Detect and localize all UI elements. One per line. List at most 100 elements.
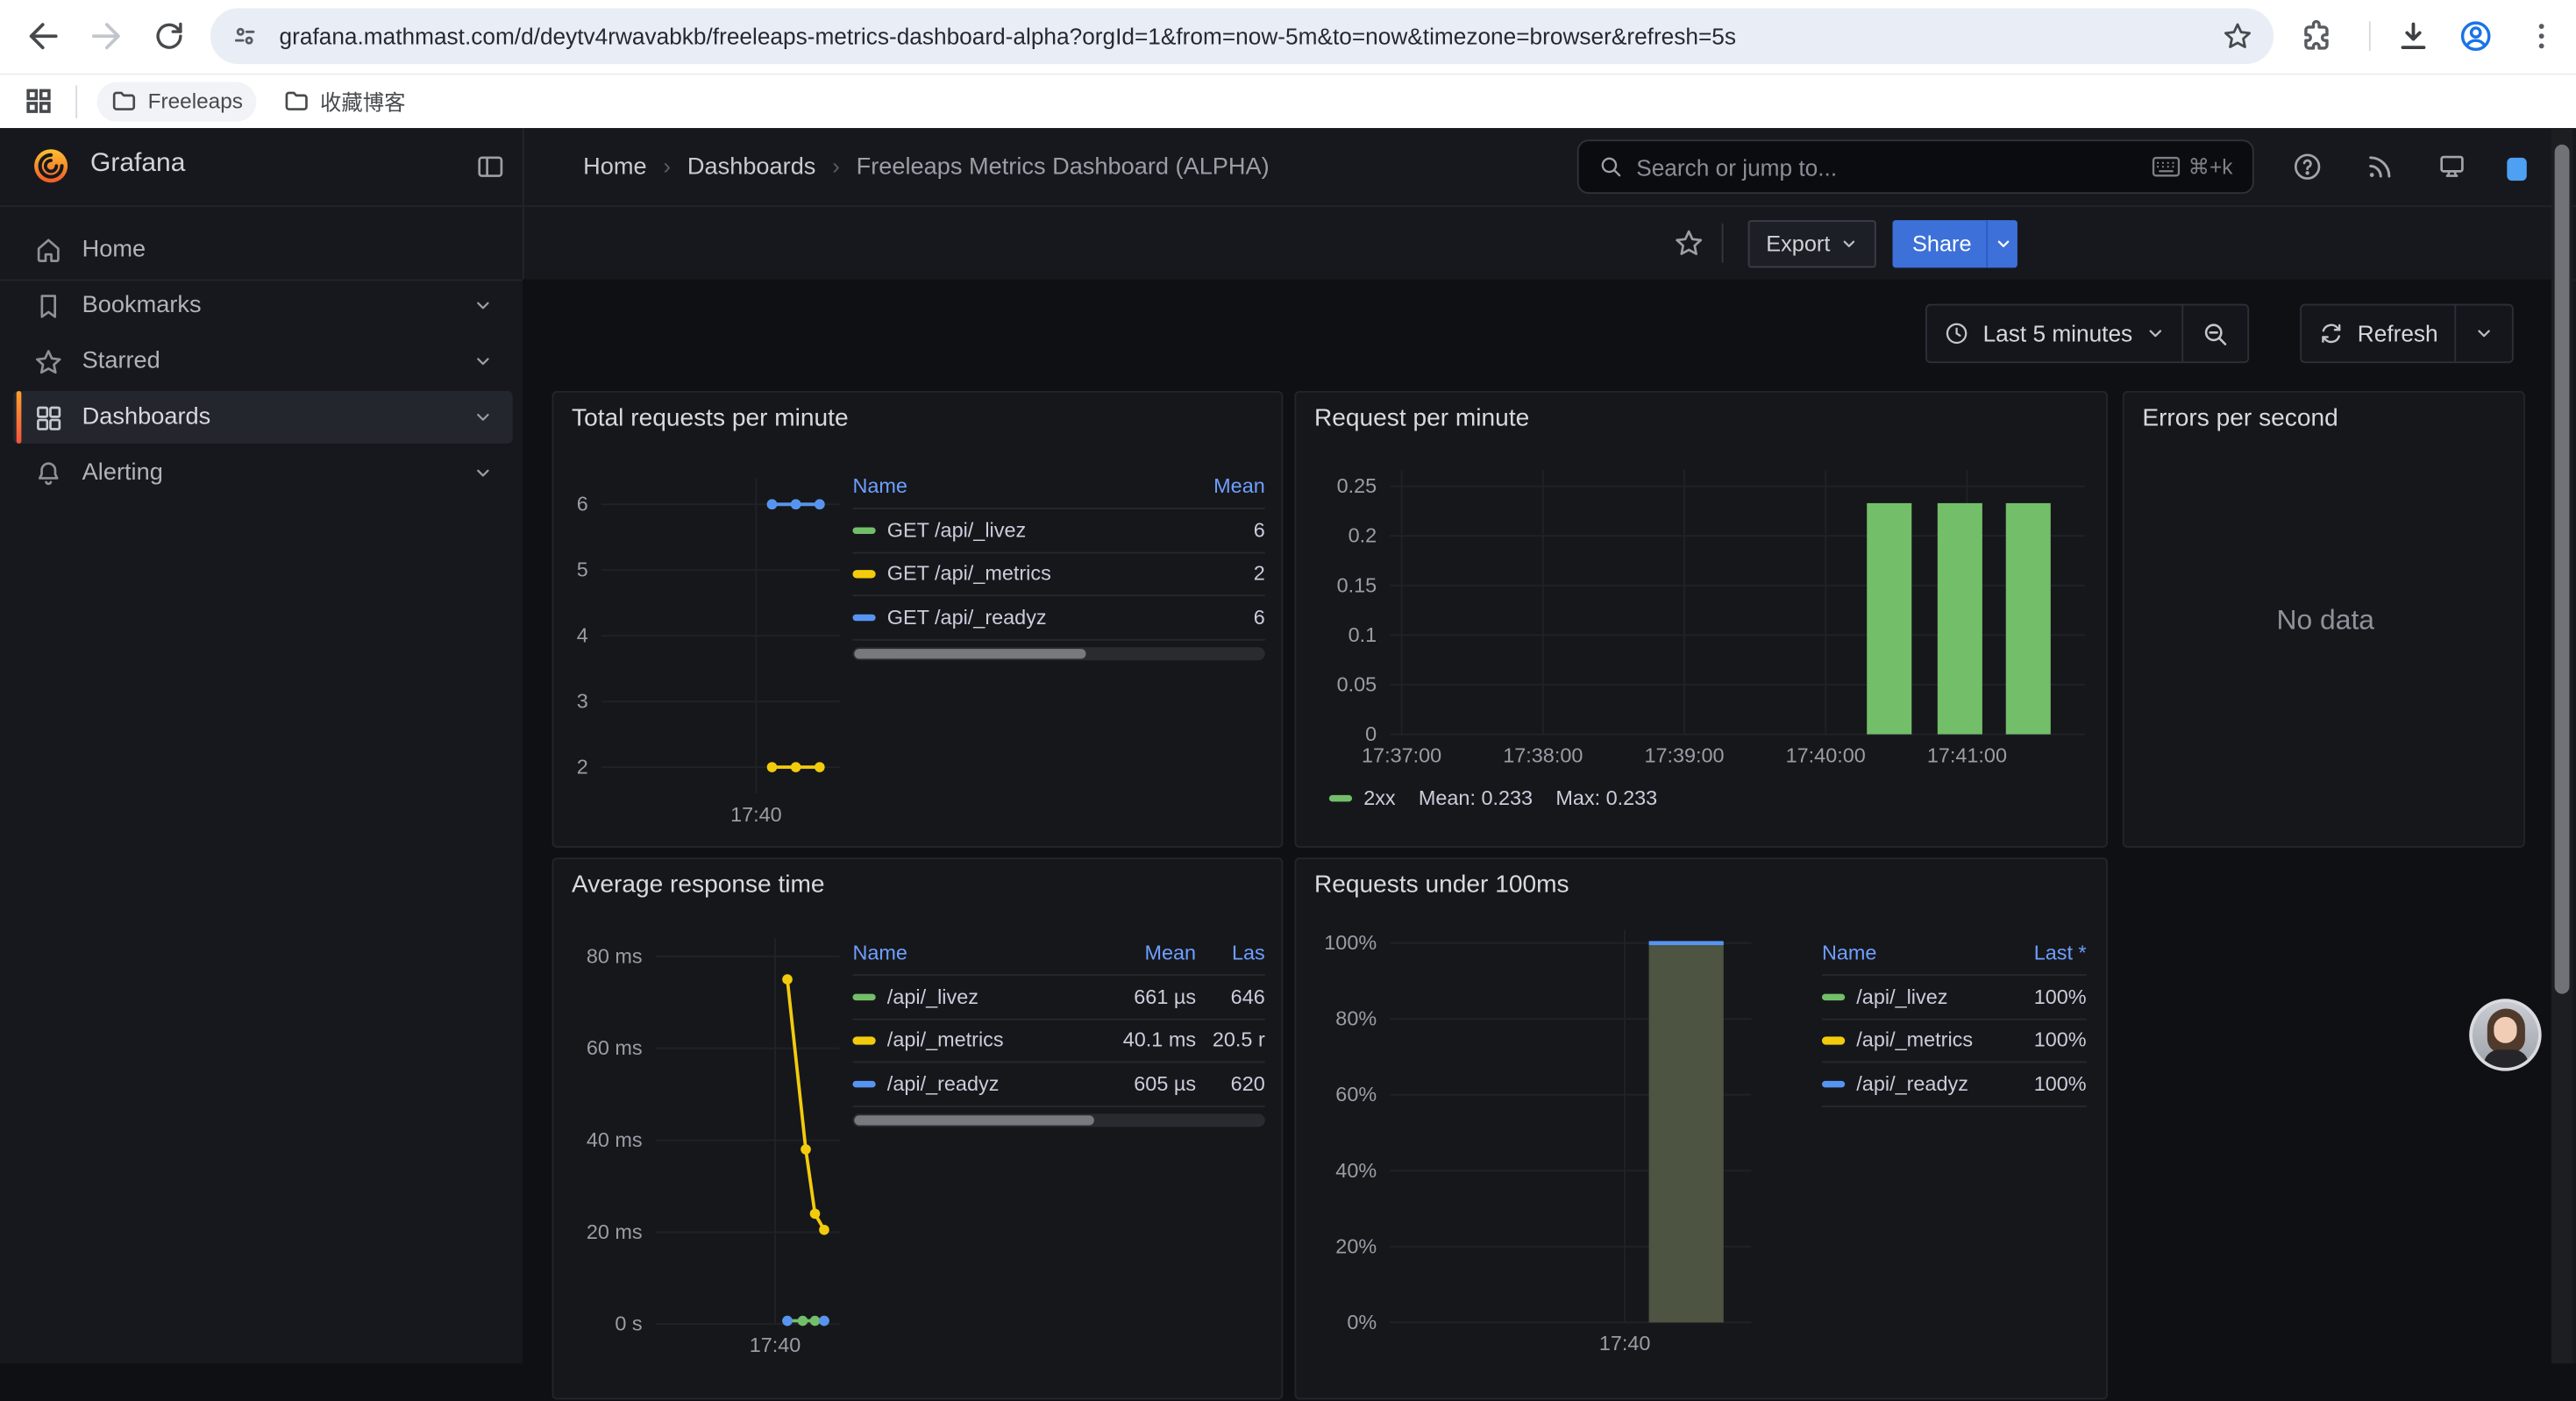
svg-text:40 ms: 40 ms xyxy=(587,1128,643,1151)
sidebar-item-label: Bookmarks xyxy=(82,293,202,319)
legend-header-mean[interactable]: Mean xyxy=(1091,942,1196,964)
series-last: 100% xyxy=(2008,1028,2087,1051)
apps-grid-icon[interactable] xyxy=(23,85,54,117)
chevron-down-icon[interactable] xyxy=(473,408,493,427)
site-settings-icon[interactable] xyxy=(230,21,260,51)
series-name[interactable]: /api/_metrics xyxy=(887,1028,1091,1051)
series-last: 646 xyxy=(1196,985,1265,1008)
panel-total-requests: Total requests per minute 6543217:40 Nam… xyxy=(552,391,1284,848)
sidebar-collapse-icon[interactable] xyxy=(475,151,507,182)
breadcrumb-current: Freeleaps Metrics Dashboard (ALPHA) xyxy=(815,153,1269,181)
svg-text:17:40: 17:40 xyxy=(730,803,782,826)
chevron-down-icon xyxy=(1840,235,1859,253)
panel-legend: Name Mean GET /api/_livez 6 GET /api/_me… xyxy=(852,465,1264,659)
reload-icon[interactable] xyxy=(151,18,187,54)
series-name[interactable]: /api/_readyz xyxy=(887,1072,1091,1095)
series-name[interactable]: GET /api/_metrics xyxy=(887,562,1167,585)
page-scrollbar[interactable] xyxy=(2551,128,2572,1363)
chart-request-per-minute[interactable]: 0.250.20.150.10.05017:37:0017:38:0017:39… xyxy=(1296,393,2109,850)
search-shortcut: ⌘+k xyxy=(2152,153,2232,180)
share-menu-button[interactable] xyxy=(1986,220,2017,267)
legend-header-name[interactable]: Name xyxy=(1822,942,2008,964)
panel-request-per-minute: Request per minute 0.250.20.150.10.05017… xyxy=(1294,391,2107,848)
series-name[interactable]: GET /api/_livez xyxy=(887,519,1167,542)
browser-menu-icon[interactable] xyxy=(2523,18,2559,54)
sidebar-item-bookmarks[interactable]: Bookmarks xyxy=(13,280,513,332)
series-swatch xyxy=(1329,794,1352,801)
svg-text:60%: 60% xyxy=(1335,1083,1377,1106)
profile-icon[interactable] xyxy=(2458,18,2494,54)
chevron-down-icon xyxy=(1994,235,2012,253)
legend-item-2xx[interactable]: 2xx xyxy=(1329,787,1396,810)
series-name[interactable]: GET /api/_readyz xyxy=(887,606,1167,629)
svg-text:0.2: 0.2 xyxy=(1348,524,1377,547)
address-bar[interactable]: grafana.mathmast.com/d/deytv4rwavabkb/fr… xyxy=(210,8,2274,64)
bookmark-folder-blog[interactable]: 收藏博客 xyxy=(269,82,419,121)
extensions-icon[interactable] xyxy=(2298,18,2334,54)
legend-scrollbar[interactable] xyxy=(852,646,1264,659)
search-input[interactable]: Search or jump to... ⌘+k xyxy=(1577,139,2254,194)
bookmark-folder-label: 收藏博客 xyxy=(320,85,405,117)
refresh-button[interactable]: Refresh xyxy=(2302,306,2454,362)
legend-scrollbar-thumb[interactable] xyxy=(854,648,1085,658)
svg-text:80%: 80% xyxy=(1335,1007,1377,1030)
back-icon[interactable] xyxy=(23,17,62,56)
legend-header-last[interactable]: Las xyxy=(1196,942,1265,964)
chevron-down-icon[interactable] xyxy=(473,295,493,315)
sidebar-item-dashboards[interactable]: Dashboards xyxy=(13,391,513,444)
refresh-label: Refresh xyxy=(2358,320,2438,346)
downloads-icon[interactable] xyxy=(2395,18,2431,54)
grafana-logo[interactable] xyxy=(32,146,71,186)
zoom-out-button[interactable] xyxy=(2183,306,2247,362)
breadcrumb-home[interactable]: Home xyxy=(583,153,646,180)
legend-header-name[interactable]: Name xyxy=(852,942,1091,964)
legend-row: /api/_metrics 100% xyxy=(1822,1020,2087,1063)
kiosk-monitor-icon[interactable] xyxy=(2437,151,2468,182)
legend-scrollbar-thumb[interactable] xyxy=(854,1114,1093,1124)
help-icon[interactable] xyxy=(2292,151,2323,182)
series-name[interactable]: /api/_livez xyxy=(887,985,1091,1008)
bookmark-folder-freeleaps[interactable]: Freeleaps xyxy=(97,82,256,121)
legend-row: /api/_livez 100% xyxy=(1822,976,2087,1020)
legend-scrollbar[interactable] xyxy=(852,1113,1264,1126)
floating-assistant-avatar[interactable] xyxy=(2469,999,2541,1070)
series-swatch xyxy=(852,614,875,621)
share-button[interactable]: Share xyxy=(1893,220,1991,267)
legend-header-mean[interactable]: Mean xyxy=(1166,475,1264,498)
series-swatch xyxy=(1822,1080,1845,1087)
svg-text:100%: 100% xyxy=(1324,931,1377,954)
series-last: 620 xyxy=(1196,1072,1265,1095)
chevron-down-icon[interactable] xyxy=(473,352,493,371)
sidebar-item-home[interactable]: Home xyxy=(13,224,513,276)
series-name[interactable]: /api/_readyz xyxy=(1856,1072,2007,1095)
panel-legend: Name Mean Las /api/_livez 661 µs 646 /ap… xyxy=(852,931,1264,1126)
chevron-down-icon xyxy=(2145,324,2165,343)
legend-header: Name Mean Las xyxy=(852,931,1264,976)
breadcrumb: Home Dashboards Freeleaps Metrics Dashbo… xyxy=(583,128,1270,205)
series-name[interactable]: /api/_livez xyxy=(1856,985,2007,1008)
sidebar-item-starred[interactable]: Starred xyxy=(13,335,513,388)
url-text[interactable]: grafana.mathmast.com/d/deytv4rwavabkb/fr… xyxy=(280,23,2222,49)
legend-header-last[interactable]: Last * xyxy=(2008,942,2087,964)
export-button[interactable]: Export xyxy=(1748,220,1876,267)
bookmark-star-icon[interactable] xyxy=(2221,19,2253,52)
sidebar-item-label: Starred xyxy=(82,348,160,374)
sidebar-item-label: Home xyxy=(82,237,146,263)
series-swatch xyxy=(852,993,875,1000)
time-range-label: Last 5 minutes xyxy=(1983,320,2133,346)
bookmark-icon xyxy=(32,290,64,322)
page-scrollbar-thumb[interactable] xyxy=(2555,145,2570,994)
news-rss-icon[interactable] xyxy=(2364,151,2395,182)
time-range-button[interactable]: Last 5 minutes xyxy=(1927,306,2182,362)
series-last: 100% xyxy=(2008,985,2087,1008)
breadcrumb-dashboards[interactable]: Dashboards xyxy=(647,153,816,181)
chevron-down-icon[interactable] xyxy=(473,463,493,482)
forward-icon[interactable] xyxy=(87,17,126,56)
favorite-star-icon[interactable] xyxy=(1672,227,1704,260)
search-icon xyxy=(1598,154,1623,179)
panel-avg-response-time: Average response time 80 ms60 ms40 ms20 … xyxy=(552,857,1284,1399)
legend-header-name[interactable]: Name xyxy=(852,475,1166,498)
sidebar-item-alerting[interactable]: Alerting xyxy=(13,447,513,500)
refresh-interval-button[interactable] xyxy=(2456,306,2512,362)
series-name[interactable]: /api/_metrics xyxy=(1856,1028,2007,1051)
